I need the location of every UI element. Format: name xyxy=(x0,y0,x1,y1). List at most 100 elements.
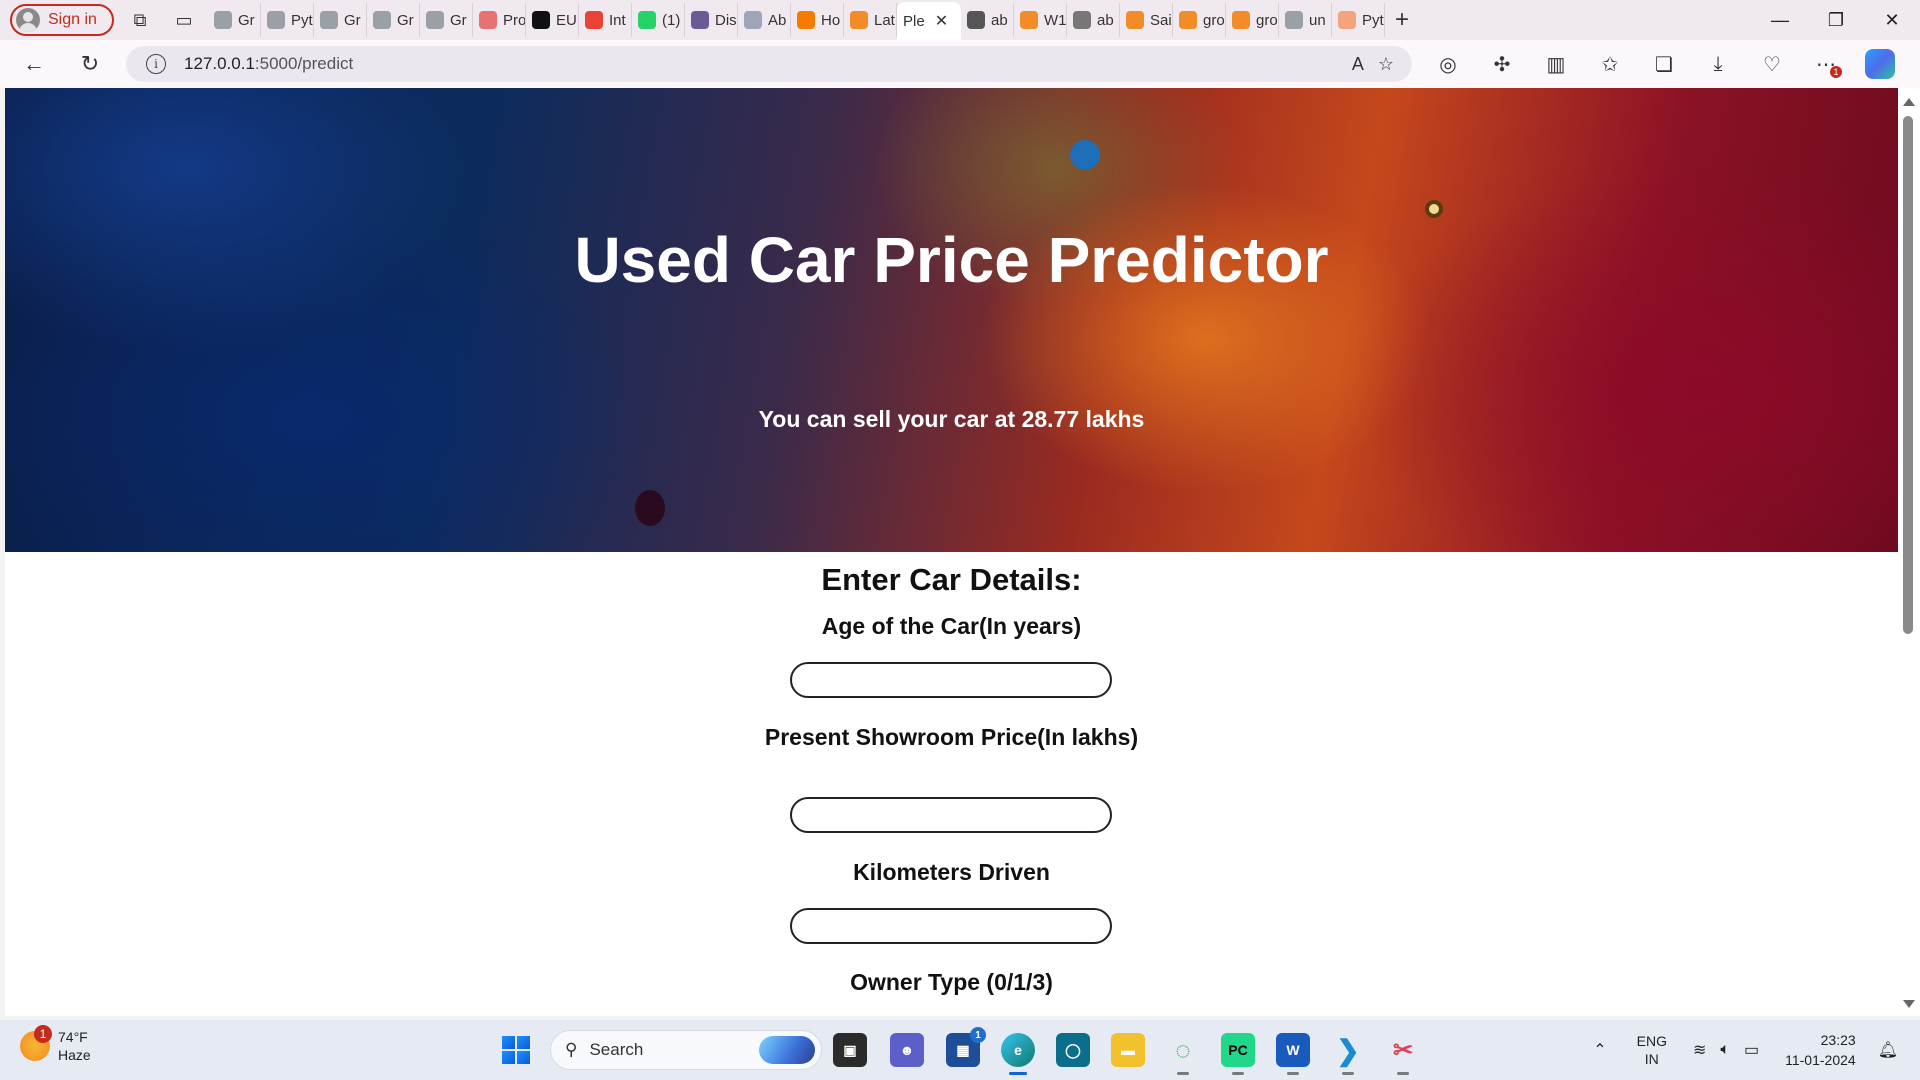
word-icon[interactable]: W xyxy=(1276,1033,1310,1075)
pycharm-icon[interactable]: PC xyxy=(1221,1033,1255,1075)
browser-tab[interactable]: Dis xyxy=(685,3,738,37)
tab-label: W1 xyxy=(1044,11,1067,29)
browser-tab[interactable]: gro xyxy=(1226,3,1279,37)
tracking-prevention-icon[interactable]: ◎ xyxy=(1430,46,1466,82)
vscode-icon[interactable]: ❯ xyxy=(1331,1033,1365,1075)
browser-tab[interactable]: Gr xyxy=(367,3,420,37)
cortana-app-icon[interactable]: ◯ xyxy=(1056,1033,1090,1067)
snipping-tool-icon[interactable]: ✂ xyxy=(1386,1033,1420,1075)
browser-tab[interactable]: Gr xyxy=(314,3,367,37)
page-title: Used Car Price Predictor xyxy=(574,224,1329,296)
overleaf-icon xyxy=(1126,11,1144,29)
tab-label: Int xyxy=(609,11,626,29)
tab-label: Gr xyxy=(238,11,255,29)
workspaces-icon[interactable]: ⧉ xyxy=(122,4,158,36)
clock-date: 11-01-2024 xyxy=(1785,1052,1856,1068)
kilometers-input[interactable] xyxy=(790,908,1112,944)
age-input[interactable] xyxy=(790,662,1112,698)
tab-label: Pro xyxy=(503,11,526,29)
split-screen-icon[interactable]: ▥ xyxy=(1538,46,1574,82)
language-indicator[interactable]: ENG IN xyxy=(1637,1032,1667,1068)
windows-start-icon[interactable] xyxy=(502,1036,530,1064)
showroom-price-input[interactable] xyxy=(790,797,1112,833)
weather-description: Haze xyxy=(58,1047,91,1063)
browser-tab[interactable]: (1) xyxy=(632,3,685,37)
notifications-bell-icon[interactable]: 🔔︎ xyxy=(1878,1040,1898,1060)
browser-tab[interactable]: W1 xyxy=(1014,3,1067,37)
copilot-icon[interactable] xyxy=(1862,46,1898,82)
restore-icon[interactable]: ❐ xyxy=(1808,0,1864,40)
browser-tab[interactable]: ab xyxy=(961,3,1014,37)
show-hidden-icons-icon[interactable]: ⌃ xyxy=(1593,1040,1606,1060)
tab-strip: Sign in ⧉ ▭ Gr Pyt Gr Gr Gr Pro EU Int (1) Dis Ab H… xyxy=(0,0,1920,40)
tab-actions-icon[interactable]: ▭ xyxy=(166,4,202,36)
spinner-app-icon[interactable]: ◌ xyxy=(1166,1033,1200,1075)
pdf-icon xyxy=(479,11,497,29)
profile-avatar-icon xyxy=(16,8,40,32)
browser-tab[interactable]: gro xyxy=(1173,3,1226,37)
browser-tab[interactable]: Pro xyxy=(473,3,526,37)
tab-label: Ple xyxy=(903,12,925,30)
region-code: IN xyxy=(1644,1051,1659,1067)
browser-tab[interactable]: Gr xyxy=(420,3,473,37)
volume-icon[interactable]: 🔈︎ xyxy=(1720,1041,1730,1059)
document-icon xyxy=(967,11,985,29)
taskbar-search[interactable]: ⚲ Search xyxy=(550,1030,822,1070)
scroll-down-icon[interactable] xyxy=(1903,1000,1915,1008)
close-tab-icon[interactable]: ✕ xyxy=(935,11,948,31)
extensions-icon[interactable]: ✣ xyxy=(1484,46,1520,82)
tab-label: Sai xyxy=(1150,11,1172,29)
browser-tab[interactable]: Gr xyxy=(208,3,261,37)
refresh-icon[interactable]: ↻ xyxy=(70,44,110,84)
teams-chat-icon[interactable]: ☻ xyxy=(890,1033,924,1067)
browser-tab[interactable]: Sai xyxy=(1120,3,1173,37)
browser-tab[interactable]: Pyt xyxy=(261,3,314,37)
search-icon: ⚲ xyxy=(565,1040,578,1059)
browser-tab[interactable]: ab xyxy=(1067,3,1120,37)
overleaf-icon xyxy=(1020,11,1038,29)
task-view-icon[interactable]: ▣ xyxy=(833,1033,867,1067)
scroll-up-icon[interactable] xyxy=(1903,98,1915,106)
clock[interactable]: 23:23 11-01-2024 xyxy=(1785,1030,1856,1070)
site-info-icon[interactable]: i xyxy=(146,54,166,74)
edge-browser-icon[interactable]: e xyxy=(1001,1033,1035,1075)
performance-icon[interactable]: ♡ xyxy=(1754,46,1790,82)
browser-tab[interactable]: Lat xyxy=(844,3,897,37)
search-highlight-icon xyxy=(759,1036,815,1064)
address-bar[interactable]: i 127.0.0.1:5000/predict A ☆ xyxy=(126,46,1412,82)
read-aloud-icon[interactable]: A xyxy=(1352,54,1364,75)
tab-list: Gr Pyt Gr Gr Gr Pro EU Int (1) Dis Ab Ho Lat Ple ✕ ab W1… xyxy=(208,0,1385,40)
back-icon[interactable]: ← xyxy=(14,44,54,84)
new-tab-button[interactable]: + xyxy=(1395,6,1409,34)
tab-label: un xyxy=(1309,11,1326,29)
downloads-icon[interactable]: ⤓ xyxy=(1700,46,1736,82)
minimize-icon[interactable]: — xyxy=(1752,0,1808,40)
sign-in-button[interactable]: Sign in xyxy=(10,4,114,36)
decorative-bubble xyxy=(1070,140,1100,170)
tab-label: Pyt xyxy=(1362,11,1384,29)
microsoft-store-icon[interactable]: ▦ 1 xyxy=(946,1027,986,1067)
close-window-icon[interactable]: ✕ xyxy=(1864,0,1920,40)
scrollbar-thumb[interactable] xyxy=(1903,116,1913,634)
battery-icon[interactable]: ▭ xyxy=(1744,1040,1759,1060)
weather-temperature: 74°F xyxy=(58,1029,88,1045)
collections-icon[interactable]: ❏ xyxy=(1646,46,1682,82)
favorites-icon[interactable]: ✩ xyxy=(1592,46,1628,82)
hero-banner: Used Car Price Predictor You can sell yo… xyxy=(5,88,1898,552)
browser-tab[interactable]: Pyt xyxy=(1332,3,1385,37)
browser-tab[interactable]: EU xyxy=(526,3,579,37)
browser-tab[interactable]: Int xyxy=(579,3,632,37)
file-explorer-icon[interactable]: ▬ xyxy=(1111,1033,1145,1067)
browser-tab[interactable]: Ab xyxy=(738,3,791,37)
weather-widget[interactable]: 1 74°F Haze xyxy=(20,1025,91,1064)
browser-tab[interactable]: Ple ✕ xyxy=(897,2,961,40)
url-path: :5000/predict xyxy=(254,54,354,73)
wifi-icon[interactable]: ≋ xyxy=(1693,1040,1706,1060)
settings-more-icon[interactable]: ⋯ 1 xyxy=(1808,46,1844,82)
favorite-star-icon[interactable]: ☆ xyxy=(1378,54,1394,75)
page-scrollbar[interactable] xyxy=(1898,88,1920,1016)
owner-type-label: Owner Type (0/1/3) xyxy=(850,969,1053,995)
browser-tab[interactable]: Ho xyxy=(791,3,844,37)
url-text[interactable]: 127.0.0.1:5000/predict xyxy=(184,54,353,74)
browser-tab[interactable]: un xyxy=(1279,3,1332,37)
